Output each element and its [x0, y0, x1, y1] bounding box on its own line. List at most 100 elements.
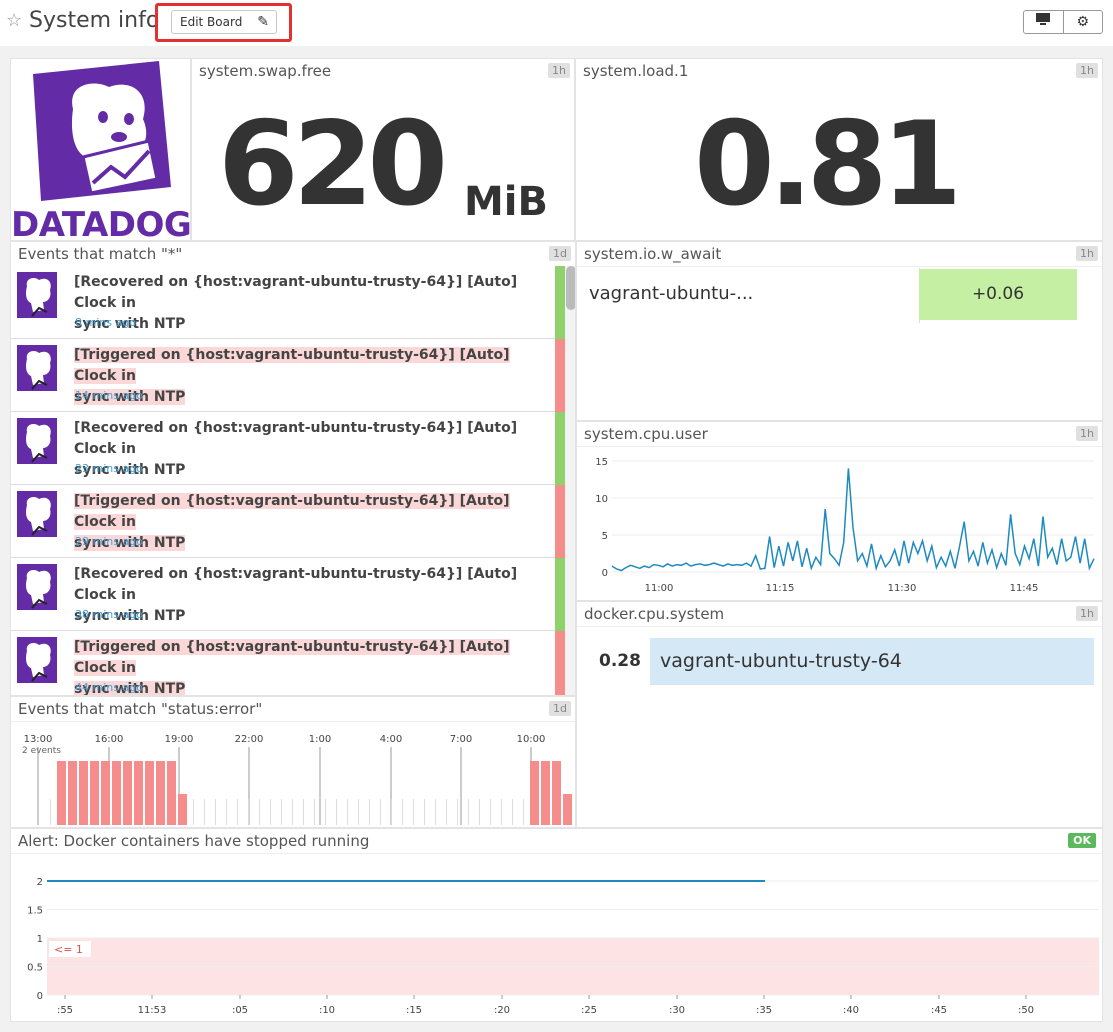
error-event-bar	[178, 794, 187, 825]
datadog-avatar-icon	[17, 418, 57, 464]
pencil-icon: ✎	[257, 14, 269, 30]
x-tick-label: 11:30	[888, 583, 917, 594]
load-widget[interactable]: system.load.1 1h 0.81	[575, 58, 1103, 241]
error-event-bar	[101, 761, 110, 825]
scrollbar-track[interactable]	[565, 266, 575, 695]
scrollbar-thumb[interactable]	[566, 266, 575, 310]
y-tick-label: 2	[37, 877, 43, 888]
event-title-line1: [Recovered on {host:vagrant-ubuntu-trust…	[74, 274, 518, 311]
event-title[interactable]: [Triggered on {host:vagrant-ubuntu-trust…	[74, 345, 549, 408]
error-event-bar	[541, 761, 550, 825]
cpu-user-chart: 0 5 10 15 11:00 11:15 11:30 11:45	[595, 457, 1095, 594]
x-tick-label: :50	[1018, 1005, 1034, 1016]
x-tick-label: 22:00	[235, 734, 264, 745]
event-status-strip	[555, 558, 565, 631]
error-event-bar	[530, 761, 539, 825]
y-tick-label: 5	[602, 531, 608, 542]
top-bar: ☆ System info Edit Board ✎ ⚙	[0, 0, 1113, 46]
widget-title: system.cpu.user	[584, 425, 708, 443]
widget-title: Events that match "status:error"	[18, 700, 263, 718]
swap-free-widget[interactable]: system.swap.free 1h 620 MiB	[191, 58, 575, 241]
widget-title: Events that match "*"	[18, 245, 183, 263]
time-range-badge: 1d	[549, 246, 571, 261]
alert-chart: 0 0.5 1 1.5 2 <= 1:55 11:53:05:10:15:20:25:30:…	[27, 877, 1099, 1016]
x-tick-label: :45	[931, 1005, 947, 1016]
error-event-bar	[167, 761, 176, 825]
datadog-logo-icon	[33, 61, 171, 201]
y-tick-label: 15	[595, 457, 608, 468]
event-title-line1: [Triggered on {host:vagrant-ubuntu-trust…	[74, 347, 510, 384]
error-events-chart: 13:00 16:00 19:00 22:00 1:00 4:00 7:00 10:00 2 e…	[22, 734, 572, 825]
docker-alert-widget[interactable]: Alert: Docker containers have stopped ru…	[10, 828, 1103, 1022]
x-tick-label: 19:00	[165, 734, 194, 745]
events-stream-widget[interactable]: Events that match "*" 1d [Recovered on {…	[10, 241, 576, 696]
time-range-badge: 1h	[1076, 246, 1098, 261]
x-tick-label: 11:00	[645, 583, 674, 594]
y-tick-label: 0	[602, 568, 608, 579]
event-time: 8 mins ago	[75, 316, 136, 329]
event-row[interactable]: [Triggered on {host:vagrant-ubuntu-trust…	[11, 339, 575, 412]
event-time: 29 mins ago	[75, 535, 143, 548]
event-title-line1: [Triggered on {host:vagrant-ubuntu-trust…	[74, 493, 510, 530]
event-title[interactable]: [Triggered on {host:vagrant-ubuntu-trust…	[74, 491, 549, 554]
y-tick-label: 1	[37, 934, 43, 945]
gear-icon[interactable]: ⚙	[1064, 11, 1103, 33]
header-divider	[577, 626, 1102, 627]
threshold-label: <= 1	[54, 943, 83, 956]
board-title: System info	[29, 8, 160, 33]
event-status-strip	[555, 266, 565, 339]
events-annotation: 2 events	[22, 746, 61, 756]
error-event-bar	[68, 761, 77, 825]
event-title[interactable]: [Recovered on {host:vagrant-ubuntu-trust…	[74, 272, 549, 335]
io-host: vagrant-ubuntu-...	[589, 283, 754, 304]
x-tick-label: 11:15	[766, 583, 795, 594]
widget-title: system.io.w_await	[584, 245, 722, 263]
event-row[interactable]: [Recovered on {host:vagrant-ubuntu-trust…	[11, 266, 575, 339]
edit-board-label: Edit Board	[180, 15, 243, 29]
event-time: 23 mins ago	[75, 462, 143, 475]
docker-cpu-widget[interactable]: docker.cpu.system 1h 0.28 vagrant-ubuntu…	[576, 601, 1103, 828]
x-tick-label: 13:00	[24, 734, 53, 745]
docker-host-bar: vagrant-ubuntu-trusty-64	[650, 638, 1094, 685]
cpu-user-widget[interactable]: system.cpu.user 1h 0 5 10 15 11:00 11:15 11:30…	[576, 421, 1103, 601]
x-tick-label: 1:00	[309, 734, 331, 745]
time-range-badge: 1h	[1076, 426, 1098, 441]
event-row[interactable]: [Recovered on {host:vagrant-ubuntu-trust…	[11, 558, 575, 631]
error-event-bar	[90, 761, 99, 825]
error-event-bar	[563, 794, 572, 825]
event-row[interactable]: [Triggered on {host:vagrant-ubuntu-trust…	[11, 485, 575, 558]
x-tick-label: :30	[669, 1005, 685, 1016]
y-tick-label: 1.5	[27, 906, 43, 917]
event-time: 38 mins ago	[75, 608, 143, 621]
x-tick-label: :10	[319, 1005, 335, 1016]
swap-value: 620	[218, 97, 448, 232]
docker-value: 0.28	[599, 651, 641, 671]
datadog-avatar-icon	[17, 345, 57, 391]
time-range-badge: 1h	[1076, 63, 1098, 78]
event-title[interactable]: [Triggered on {host:vagrant-ubuntu-trust…	[74, 637, 549, 695]
time-range-badge: 1h	[548, 63, 570, 78]
widget-title: system.swap.free	[199, 62, 332, 80]
error-event-bar	[112, 761, 121, 825]
event-time: 14 mins ago	[75, 389, 143, 402]
swap-unit: MiB	[464, 179, 549, 225]
alert-status-badge: OK	[1068, 833, 1096, 848]
event-status-strip	[555, 412, 565, 485]
y-tick-label: 0.5	[27, 963, 43, 974]
event-row[interactable]: [Recovered on {host:vagrant-ubuntu-trust…	[11, 412, 575, 485]
load-value: 0.81	[694, 97, 962, 232]
time-range-badge: 1h	[1076, 606, 1098, 621]
x-tick-label: 11:53	[138, 1005, 167, 1016]
edit-board-button[interactable]: Edit Board ✎	[171, 10, 277, 34]
io-await-widget[interactable]: system.io.w_await 1h vagrant-ubuntu-... …	[576, 241, 1103, 421]
datadog-avatar-icon	[17, 491, 57, 537]
event-title[interactable]: [Recovered on {host:vagrant-ubuntu-trust…	[74, 418, 549, 481]
tv-mode-icon[interactable]	[1024, 11, 1064, 33]
error-events-widget[interactable]: Events that match "status:error" 1d 13:0…	[10, 696, 576, 828]
event-title[interactable]: [Recovered on {host:vagrant-ubuntu-trust…	[74, 564, 549, 627]
event-row[interactable]: [Triggered on {host:vagrant-ubuntu-trust…	[11, 631, 575, 695]
favorite-star-icon[interactable]: ☆	[6, 10, 22, 31]
x-tick-label: 16:00	[95, 734, 124, 745]
time-range-badge: 1d	[549, 701, 571, 716]
event-status-strip	[555, 631, 565, 695]
